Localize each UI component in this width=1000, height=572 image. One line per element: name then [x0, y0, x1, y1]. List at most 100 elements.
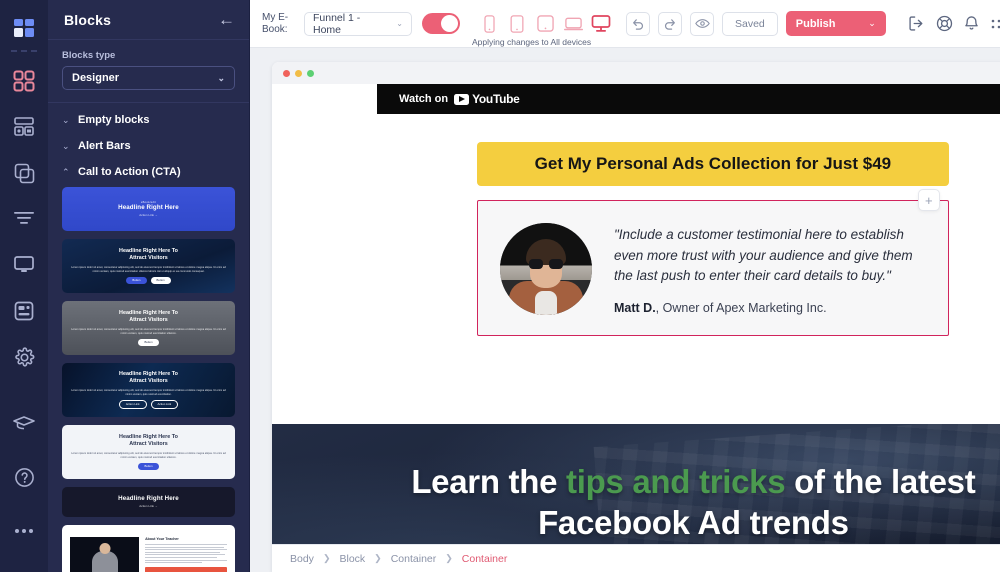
cta-button[interactable]: Get My Personal Ads Collection for Just …	[477, 142, 949, 186]
thumb-button: Action Link	[150, 400, 179, 409]
blocks-type-select[interactable]: Designer ⌄	[62, 66, 235, 90]
thumb-headline: Headline Right Here To	[119, 248, 178, 255]
device-laptop-button[interactable]	[562, 12, 584, 36]
youtube-logo-icon: YouTube	[454, 92, 520, 106]
publish-label: Publish	[795, 17, 836, 30]
breadcrumb: Body ❯ Block ❯ Container ❯ Container	[272, 544, 1000, 572]
group-label: Call to Action (CTA)	[78, 166, 181, 178]
editor-main: My E-Book: Funnel 1 - Home ⌄ Applying ch…	[250, 0, 1000, 572]
thumb-sub: Action Link →	[139, 212, 158, 217]
group-call-to-action[interactable]: ⌃ Call to Action (CTA)	[48, 159, 249, 185]
testimonial-text: "Include a customer testimonial here to …	[614, 223, 924, 315]
group-alert-bars[interactable]: ⌄ Alert Bars	[48, 133, 249, 159]
selected-container[interactable]: + "Include a customer testimonial here t…	[477, 189, 949, 336]
eye-preview-icon[interactable]	[690, 11, 714, 36]
thumb-headline: Headline Right Here To	[119, 310, 178, 317]
lifebuoy-support-icon[interactable]	[936, 15, 953, 32]
window-maximize-dot[interactable]	[307, 69, 314, 77]
thumb-button: Button	[138, 463, 159, 470]
graduation-cap-icon[interactable]	[0, 405, 48, 441]
device-mobile-landscape-button[interactable]	[506, 12, 528, 36]
funnel-select[interactable]: Funnel 1 - Home ⌄	[304, 11, 412, 36]
testimonial-author: Matt D.	[614, 300, 656, 315]
publish-button[interactable]: Publish ⌄	[785, 11, 886, 36]
thumb-headline-2: Attract Visitors	[129, 255, 168, 262]
funnel-select-value: Funnel 1 - Home	[313, 11, 361, 36]
sidebar-item-display[interactable]	[0, 247, 48, 283]
window-close-dot[interactable]	[283, 69, 290, 77]
sidebar-item-layers[interactable]	[0, 155, 48, 191]
logout-icon[interactable]	[908, 15, 925, 32]
redo-icon[interactable]	[658, 11, 682, 36]
block-thumbnail[interactable]: Headline Right Here To Attract Visitors …	[62, 425, 235, 479]
thumb-body: Lorem ipsum dolor sit amet, consectetur …	[71, 265, 226, 273]
thumb-headline: Headline Right Here	[118, 203, 179, 211]
sidebar-item-filters[interactable]	[0, 201, 48, 237]
block-thumbnail[interactable]: About Your Teacher	[62, 525, 235, 572]
undo-icon[interactable]	[626, 11, 650, 36]
thumb-cta	[145, 567, 227, 572]
testimonial-avatar	[500, 223, 592, 315]
testimonial-quote: "Include a customer testimonial here to …	[614, 227, 913, 284]
device-mobile-button[interactable]	[478, 12, 500, 36]
block-thumbnail[interactable]: Headline Right Here Action Link →	[62, 487, 235, 517]
sidebar-item-forms[interactable]	[0, 293, 48, 329]
testimonial-author-role: , Owner of Apex Marketing Inc.	[655, 300, 827, 315]
blocks-panel-body[interactable]: ⌄ Empty blocks ⌄ Alert Bars ⌃ Call to Ac…	[48, 103, 249, 572]
bell-notification-icon[interactable]	[964, 15, 979, 32]
device-switcher: Applying changes to All devices	[472, 12, 612, 47]
youtube-brand: YouTube	[472, 92, 520, 106]
window-minimize-dot[interactable]	[295, 69, 302, 77]
devices-note: Applying changes to All devices	[472, 36, 592, 47]
help-circle-icon[interactable]	[0, 459, 48, 495]
device-tablet-button[interactable]	[534, 12, 556, 36]
block-thumbnail[interactable]: eBook/edit Headline Right Here Action Li…	[62, 187, 235, 231]
chevron-up-icon: ⌃	[62, 166, 70, 177]
chevron-down-icon: ⌄	[396, 19, 403, 28]
breadcrumb-item-container-active[interactable]: Container	[462, 553, 508, 565]
left-icon-rail	[0, 0, 48, 572]
toolbar-right-icons	[908, 11, 1000, 37]
thumb-image	[70, 537, 140, 572]
apps-dots-icon[interactable]	[990, 17, 1000, 31]
more-dots-icon[interactable]	[0, 513, 48, 549]
breadcrumb-item-container[interactable]: Container	[391, 553, 437, 565]
saved-button[interactable]: Saved	[722, 11, 778, 36]
device-sync-toggle[interactable]	[422, 13, 460, 34]
breadcrumb-separator: ❯	[374, 553, 382, 563]
thumb-body-lines	[145, 544, 227, 564]
chevron-down-icon: ⌄	[62, 114, 70, 125]
sidebar-item-blocks[interactable]	[0, 63, 48, 99]
sidebar-item-settings[interactable]	[0, 339, 48, 375]
youtube-badge[interactable]: Watch on YouTube	[399, 92, 520, 106]
add-block-button[interactable]: +	[917, 189, 940, 211]
blocks-panel: Blocks ← Blocks type Designer ⌄ ⌄ Empty …	[48, 0, 250, 572]
testimonial-attribution: Matt D., Owner of Apex Marketing Inc.	[614, 301, 924, 315]
sidebar-item-media[interactable]	[0, 109, 48, 145]
group-label: Empty blocks	[78, 114, 150, 126]
hero-headline: Learn the tips and tricks of the latest …	[272, 424, 1000, 544]
hero-headline-pre: Learn the	[411, 463, 567, 500]
browser-title-bar	[272, 62, 1000, 84]
block-thumbnail[interactable]: Headline Right Here To Attract Visitors …	[62, 363, 235, 417]
testimonial-section: + "Include a customer testimonial here t…	[272, 186, 1000, 336]
chevron-down-icon: ⌄	[62, 140, 70, 151]
youtube-video-strip: Watch on YouTube	[377, 84, 1000, 114]
device-desktop-button[interactable]	[590, 12, 612, 36]
breadcrumb-item-body[interactable]: Body	[290, 553, 314, 565]
app-root: Blocks ← Blocks type Designer ⌄ ⌄ Empty …	[0, 0, 1000, 572]
breadcrumb-item-block[interactable]: Block	[339, 553, 365, 565]
thumb-headline: Headline Right Here To	[119, 371, 178, 378]
thumb-body: Lorem ipsum dolor sit amet, consectetur …	[71, 451, 226, 459]
group-label: Alert Bars	[78, 140, 131, 152]
block-thumbnail-list: eBook/edit Headline Right Here Action Li…	[48, 185, 249, 572]
block-thumbnail[interactable]: Headline Right Here To Attract Visitors …	[62, 239, 235, 293]
thumb-title: About Your Teacher	[145, 537, 179, 541]
thumb-button: Action Link	[118, 400, 147, 409]
thumb-eyebrow: eBook/edit	[140, 200, 157, 204]
group-empty-blocks[interactable]: ⌄ Empty blocks	[48, 107, 249, 133]
grid-logo-icon[interactable]	[0, 8, 48, 48]
block-thumbnail[interactable]: Headline Right Here To Attract Visitors …	[62, 301, 235, 355]
page-content: Watch on YouTube Get My Personal Ads Col…	[272, 84, 1000, 572]
arrow-left-icon[interactable]: ←	[218, 11, 235, 28]
